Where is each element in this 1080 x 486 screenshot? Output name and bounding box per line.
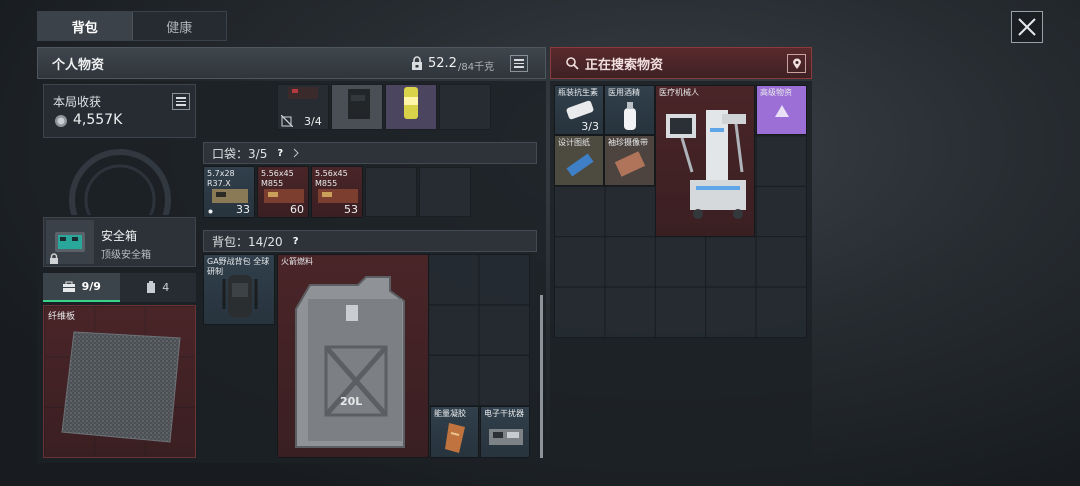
notebook-icon xyxy=(348,89,370,119)
rocket-fuel-name: 火箭燃料 xyxy=(281,257,313,266)
armor-plate-slot[interactable]: 纤维板 xyxy=(43,305,196,458)
toolbox-icon xyxy=(62,281,75,292)
antibiotics-name: 瓶装抗生素 xyxy=(558,88,598,97)
backpack-help-icon[interactable]: ? xyxy=(289,234,303,248)
tab-health[interactable]: 健康 xyxy=(133,12,227,40)
blueprint-item[interactable]: 设计图纸 xyxy=(554,135,604,186)
high-tier-name: 高级物资 xyxy=(760,88,792,97)
sort-button[interactable] xyxy=(510,55,528,72)
dot-icon xyxy=(208,209,213,214)
pocket-empty-slot[interactable] xyxy=(365,167,417,217)
backpack-count: 14/20 xyxy=(248,234,283,249)
safe-box-name: 安全箱 xyxy=(101,229,138,243)
tab-backpack[interactable]: 背包 xyxy=(38,12,133,40)
backpack-icon xyxy=(222,275,258,317)
lock-icon xyxy=(50,253,58,264)
top-row-item-book[interactable] xyxy=(331,84,383,130)
faction-emblem-icon xyxy=(69,149,171,215)
top-tabs: 背包 健康 xyxy=(37,11,227,41)
personal-supplies-header: 个人物资 52.2 /84千克 xyxy=(37,47,546,79)
armor-plate-label: 纤维板 xyxy=(48,312,76,322)
backpack-bar: 背包：14/20 ? xyxy=(203,230,537,252)
pocket-help-icon[interactable]: ? xyxy=(273,146,287,160)
chevron-right-icon xyxy=(293,148,300,158)
antibiotics-item[interactable]: 瓶装抗生素 3/3 xyxy=(554,85,604,135)
blueprint-icon xyxy=(566,153,594,177)
medical-alcohol-item[interactable]: 医用酒精 xyxy=(604,85,655,135)
pocket-empty-slot[interactable] xyxy=(419,167,471,217)
jammer-name: 电子干扰器 xyxy=(484,409,524,418)
pocket-bar: 口袋：3/5 ? xyxy=(203,142,537,164)
earnings-detail-button[interactable] xyxy=(172,93,190,110)
pocket-count: 3/5 xyxy=(248,146,268,161)
pocket-item-2[interactable]: 5.56x45 M855 60 xyxy=(257,166,309,218)
medical-robot-item[interactable]: 医疗机械人 xyxy=(655,85,755,237)
jerry-can-label: 20L xyxy=(340,395,362,408)
medical-alcohol-name: 医用酒精 xyxy=(608,88,640,97)
jammer-item[interactable]: 电子干扰器 xyxy=(480,406,530,458)
triangle-icon xyxy=(775,105,789,117)
searching-title: 正在搜索物资 xyxy=(585,57,664,73)
safe-box-image xyxy=(46,220,94,264)
map-pin-icon xyxy=(792,58,801,69)
alcohol-bottle-icon xyxy=(624,102,636,130)
pocket-item-2-count: 60 xyxy=(290,203,304,216)
energy-gel-item[interactable]: 能量凝胶 xyxy=(430,406,479,458)
session-earnings: 本局收获 4,557K xyxy=(43,84,196,138)
coin-icon xyxy=(55,115,67,127)
pocket-label: 口袋：3/5 xyxy=(212,146,268,161)
locate-button[interactable] xyxy=(787,54,806,73)
pocket-item-1-name: 5.7x28 R37.X xyxy=(207,169,235,188)
session-label: 本局收获 xyxy=(53,95,102,109)
backpack-label: 背包：14/20 xyxy=(212,234,283,249)
tab-toolbox[interactable]: 9/9 xyxy=(43,273,120,302)
canister-count: 4 xyxy=(162,281,170,294)
medical-robot-icon xyxy=(666,110,746,219)
rocket-fuel-item[interactable]: 火箭燃料 20L xyxy=(277,254,429,458)
equip-tabs: 9/9 4 xyxy=(43,273,196,302)
pill-bottle-icon xyxy=(566,100,594,120)
pocket-item-3-name: 5.56x45 M855 xyxy=(315,169,348,188)
antibiotics-count: 3/3 xyxy=(581,120,599,133)
close-button[interactable] xyxy=(1011,11,1043,43)
electronic-item-icon xyxy=(288,87,318,99)
no-stack-icon xyxy=(281,115,293,127)
inventory-scrollbar[interactable] xyxy=(540,295,543,458)
search-icon xyxy=(566,57,579,70)
backpack-equipped-slot[interactable]: GA野战背包 全球研制 xyxy=(203,254,275,325)
weight-current: 52.2 xyxy=(428,56,457,71)
jammer-icon xyxy=(489,429,523,445)
blueprint-name: 设计图纸 xyxy=(558,138,590,147)
energy-gel-icon xyxy=(445,423,465,453)
canister-icon xyxy=(147,281,156,293)
top-row-empty[interactable] xyxy=(439,84,491,130)
fiber-plate-icon xyxy=(61,331,181,443)
safe-box-slot[interactable]: 安全箱 顶级安全箱 xyxy=(43,217,196,267)
close-icon xyxy=(1018,18,1036,36)
jerry-can-icon: 20L xyxy=(295,276,405,448)
personal-supplies-title: 个人物资 xyxy=(52,57,105,73)
tab-canister[interactable]: 4 xyxy=(119,273,196,302)
pocket-item-1[interactable]: 5.7x28 R37.X 33 xyxy=(203,166,255,218)
toolbox-count: 9/9 xyxy=(81,280,101,293)
pocket-item-1-count: 33 xyxy=(236,203,250,216)
drink-can-icon xyxy=(404,87,418,119)
pocket-tape-item[interactable]: 袖珍摄像带 xyxy=(604,135,655,186)
session-value: 4,557K xyxy=(73,112,123,128)
medical-robot-name: 医疗机械人 xyxy=(659,88,699,97)
high-tier-item[interactable]: 高级物资 xyxy=(756,85,807,135)
weight-lock-icon xyxy=(410,56,424,75)
safe-box-desc: 顶级安全箱 xyxy=(101,250,151,261)
top-row-count: 3/4 xyxy=(304,115,322,128)
cassette-tape-icon xyxy=(614,151,646,177)
pocket-item-2-name: 5.56x45 M855 xyxy=(261,169,294,188)
weight-max: /84千克 xyxy=(458,62,495,73)
pocket-tape-name: 袖珍摄像带 xyxy=(608,138,648,147)
top-row-item[interactable]: 3/4 xyxy=(277,84,329,130)
top-row-item-can[interactable] xyxy=(385,84,437,130)
pocket-item-3-count: 53 xyxy=(344,203,358,216)
energy-gel-name: 能量凝胶 xyxy=(434,409,466,418)
pocket-item-3[interactable]: 5.56x45 M855 53 xyxy=(311,166,363,218)
searching-header: 正在搜索物资 xyxy=(550,47,812,79)
